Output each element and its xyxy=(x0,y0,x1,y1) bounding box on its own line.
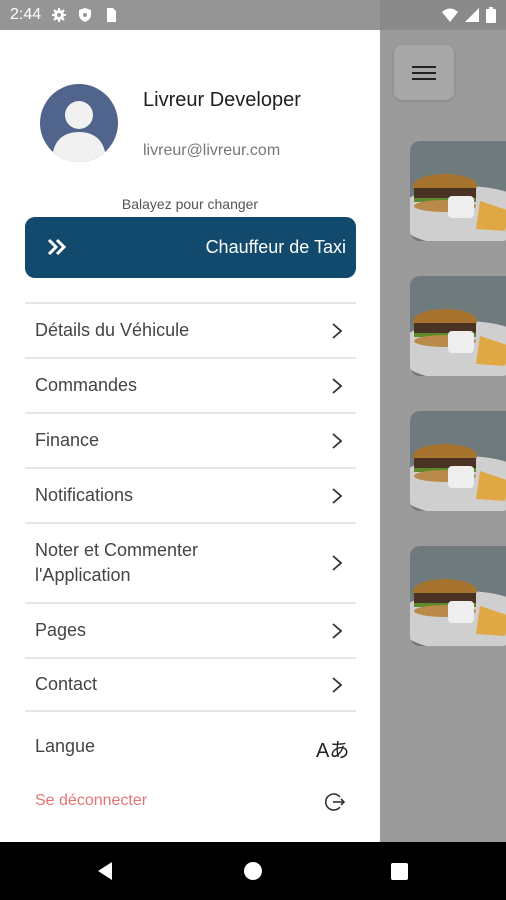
menu-item-finance[interactable]: Finance xyxy=(25,412,356,467)
menu-item-pages[interactable]: Pages xyxy=(25,602,356,657)
burger-image xyxy=(410,411,506,511)
burger-image xyxy=(410,141,506,241)
avatar[interactable] xyxy=(40,84,118,162)
status-bar-left: 2:44 xyxy=(0,0,380,30)
food-image-card[interactable] xyxy=(410,411,506,511)
burger-image xyxy=(410,276,506,376)
menu-item-label: Notifications xyxy=(35,485,134,505)
logout-icon[interactable] xyxy=(324,791,346,813)
chevron-right-icon xyxy=(332,432,342,449)
language-label: Langue xyxy=(35,736,96,756)
status-bar-right xyxy=(380,0,506,30)
dimmed-background[interactable] xyxy=(380,30,506,842)
navigation-drawer: Livreur Developer livreur@livreur.com Ba… xyxy=(0,30,380,842)
menu-item-vehicle-details[interactable]: Détails du Véhicule xyxy=(25,302,356,357)
chevron-right-icon xyxy=(332,322,342,339)
menu-item-label: Noter et Commenter l'Application xyxy=(35,540,199,585)
food-image-card[interactable] xyxy=(410,141,506,241)
burger-image xyxy=(410,546,506,646)
gear-icon xyxy=(52,8,67,22)
user-silhouette-icon xyxy=(52,101,106,162)
hamburger-menu-button[interactable] xyxy=(394,45,454,100)
menu-item-rate-app[interactable]: Noter et Commenter l'Application xyxy=(25,522,356,602)
home-icon[interactable] xyxy=(244,862,262,880)
battery-icon xyxy=(486,7,496,23)
chevron-right-icon xyxy=(332,555,342,571)
hamburger-icon xyxy=(412,62,436,84)
logout-button[interactable]: Se déconnecter xyxy=(35,792,147,810)
menu-item-label: Finance xyxy=(35,430,100,450)
sim-icon xyxy=(107,8,117,22)
menu-item-label: Contact xyxy=(35,674,98,694)
role-switch-label: Chauffeur de Taxi xyxy=(205,237,346,257)
menu-item-contact[interactable]: Contact xyxy=(25,657,356,712)
food-image-card[interactable] xyxy=(410,276,506,376)
chevron-right-icon xyxy=(332,377,342,394)
role-switch-slider[interactable]: Chauffeur de Taxi xyxy=(25,217,356,278)
menu-item-orders[interactable]: Commandes xyxy=(25,357,356,412)
signal-icon xyxy=(465,8,479,22)
back-icon[interactable] xyxy=(96,861,116,881)
chevron-right-icon xyxy=(332,622,342,639)
shield-icon xyxy=(79,8,92,22)
user-name: Livreur Developer xyxy=(143,89,301,111)
double-chevron-right-icon[interactable] xyxy=(45,235,69,259)
menu-item-label: Commandes xyxy=(35,375,138,395)
user-email: livreur@livreur.com xyxy=(143,142,281,159)
swipe-hint: Balayez pour changer xyxy=(121,196,259,212)
system-navigation-bar xyxy=(0,842,506,900)
menu-item-label: Détails du Véhicule xyxy=(35,320,190,340)
chevron-right-icon xyxy=(332,487,342,504)
status-bar: 2:44 xyxy=(0,0,506,30)
recent-apps-icon[interactable] xyxy=(391,863,408,880)
food-image-card[interactable] xyxy=(410,546,506,646)
drawer-menu: Détails du Véhicule Commandes Finance No… xyxy=(25,302,356,712)
menu-item-notifications[interactable]: Notifications xyxy=(25,467,356,522)
menu-item-label: Pages xyxy=(35,620,87,640)
chevron-right-icon xyxy=(332,676,342,693)
status-time: 2:44 xyxy=(10,6,42,23)
translate-icon[interactable]: Aあ xyxy=(316,734,349,763)
wifi-icon xyxy=(442,8,458,22)
